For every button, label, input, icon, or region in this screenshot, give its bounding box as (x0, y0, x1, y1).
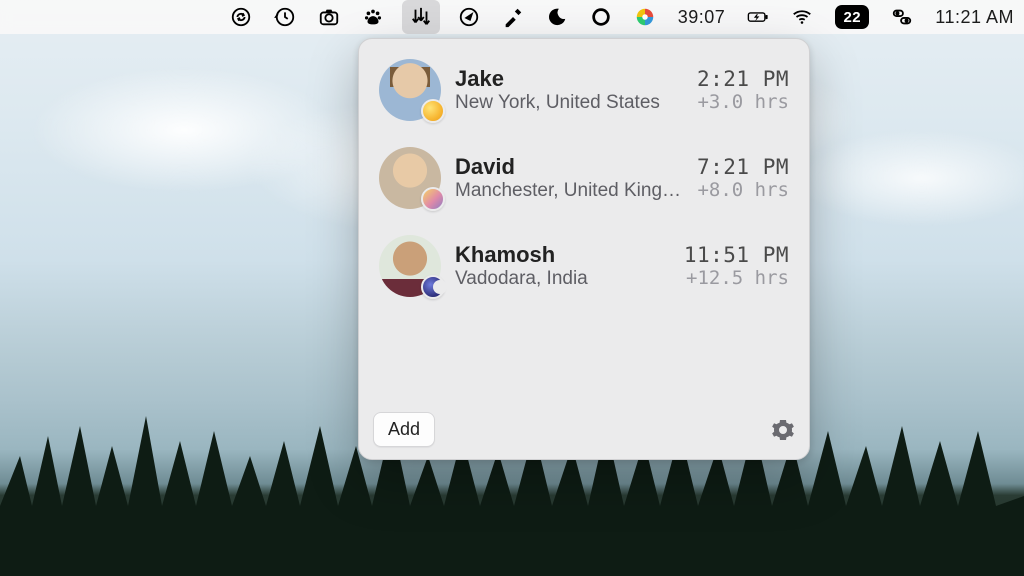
timezones-app-icon[interactable] (402, 0, 440, 34)
avatar (379, 59, 441, 121)
color-wheel-icon[interactable] (630, 0, 660, 34)
person-location: Manchester, United King… (455, 180, 683, 202)
person-time: 7:21 PM (697, 155, 789, 179)
person-info: David Manchester, United King… (455, 154, 683, 201)
person-name: David (455, 154, 683, 179)
avatar (379, 147, 441, 209)
person-name: Jake (455, 66, 683, 91)
sunset-icon (421, 187, 445, 211)
person-location: New York, United States (455, 92, 683, 114)
do-not-disturb-icon[interactable] (542, 0, 572, 34)
tools-icon[interactable] (498, 0, 528, 34)
person-row[interactable]: David Manchester, United King… 7:21 PM +… (373, 145, 795, 211)
compass-icon[interactable] (454, 0, 484, 34)
time-machine-icon[interactable] (270, 0, 300, 34)
gear-icon[interactable] (771, 418, 795, 442)
person-info: Jake New York, United States (455, 66, 683, 113)
person-info: Khamosh Vadodara, India (455, 242, 670, 289)
sun-icon (421, 99, 445, 123)
sync-icon[interactable] (226, 0, 256, 34)
add-button[interactable]: Add (373, 412, 435, 447)
battery-icon[interactable] (743, 0, 773, 34)
person-times: 2:21 PM +3.0 hrs (697, 67, 789, 113)
person-times: 7:21 PM +8.0 hrs (697, 155, 789, 201)
wifi-icon[interactable] (787, 0, 817, 34)
person-times: 11:51 PM +12.5 hrs (684, 243, 789, 289)
control-center-icon[interactable] (887, 0, 917, 34)
person-location: Vadodara, India (455, 268, 670, 290)
timezones-dropdown: Jake New York, United States 2:21 PM +3.… (358, 38, 810, 460)
person-row[interactable]: Jake New York, United States 2:21 PM +3.… (373, 57, 795, 123)
person-offset: +3.0 hrs (697, 91, 789, 113)
moon-icon (421, 275, 445, 299)
person-offset: +12.5 hrs (684, 267, 789, 289)
camera-icon[interactable] (314, 0, 344, 34)
people-list: Jake New York, United States 2:21 PM +3.… (373, 53, 795, 406)
paw-icon[interactable] (358, 0, 388, 34)
person-time: 2:21 PM (697, 67, 789, 91)
circle-icon[interactable] (586, 0, 616, 34)
person-offset: +8.0 hrs (697, 179, 789, 201)
menubar-timer[interactable]: 39:07 (674, 0, 730, 34)
panel-footer: Add (373, 406, 795, 447)
person-time: 11:51 PM (684, 243, 789, 267)
date-badge[interactable]: 22 (831, 0, 873, 34)
menubar-clock[interactable]: 11:21 AM (931, 0, 1018, 34)
avatar (379, 235, 441, 297)
menubar: 39:07 22 11:21 AM (0, 0, 1024, 34)
person-row[interactable]: Khamosh Vadodara, India 11:51 PM +12.5 h… (373, 233, 795, 299)
person-name: Khamosh (455, 242, 670, 267)
